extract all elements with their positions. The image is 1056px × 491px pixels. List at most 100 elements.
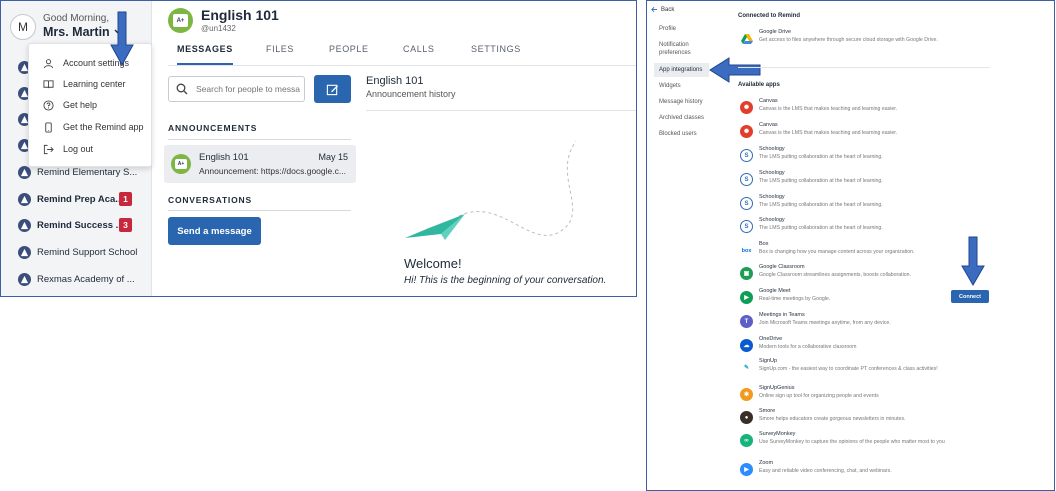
google-meet-icon: ▶ xyxy=(740,291,753,304)
app-description: The LMS putting collaboration at the hea… xyxy=(759,202,883,208)
greeting-text: Good Morning, xyxy=(43,13,110,24)
divider xyxy=(168,210,351,211)
app-name: Box xyxy=(759,241,769,247)
app-row-box[interactable]: box Box Box is changing how you manage con… xyxy=(740,241,960,261)
app-description: Online sign up tool for organizing peopl… xyxy=(759,393,879,399)
school-icon xyxy=(18,192,31,206)
divider xyxy=(738,67,990,68)
app-row-canvas[interactable]: ✺ Canvas Canvas is the LMS that makes teac… xyxy=(740,122,960,142)
tab-people[interactable]: PEOPLE xyxy=(329,44,369,65)
menu-item-get-help[interactable]: Get help xyxy=(43,97,97,113)
nav-widgets[interactable]: Widgets xyxy=(659,82,681,90)
user-name: Mrs. Martin xyxy=(43,25,110,39)
app-row-teams[interactable]: T Meetings in Teams Join Microsoft Teams m… xyxy=(740,312,960,332)
announcements-heading: ANNOUNCEMENTS xyxy=(168,123,258,133)
app-row-google-drive[interactable]: Google Drive Get access to files anywher… xyxy=(740,29,960,49)
school-icon xyxy=(18,165,31,179)
app-description: Easy and reliable video conferencing, ch… xyxy=(759,468,892,474)
remind-class-window: M Good Morning, Mrs. Martin Remind Eleme… xyxy=(0,0,637,297)
welcome-subtitle: Hi! This is the beginning of your conver… xyxy=(404,275,607,286)
person-icon xyxy=(43,58,54,68)
schoology-icon: S xyxy=(740,149,753,162)
sidebar-class-item[interactable]: Rexmas Academy of ... xyxy=(18,270,135,288)
menu-item-label: Learning center xyxy=(63,79,126,89)
unread-badge: 3 xyxy=(119,218,132,232)
canvas-icon: ✺ xyxy=(740,101,753,114)
app-description: Canvas is the LMS that makes teaching an… xyxy=(759,106,898,112)
app-row-surveymonkey[interactable]: ∞ SurveyMonkey Use SurveyMonkey to capture… xyxy=(740,431,960,451)
tab-messages[interactable]: MESSAGES xyxy=(177,44,233,65)
app-name: SignUp xyxy=(759,358,778,364)
nav-blocked-users[interactable]: Blocked users xyxy=(659,130,697,138)
app-row-google-meet[interactable]: ▶ Google Meet Real-time meetings by Google… xyxy=(740,288,960,308)
announcement-snippet: Announcement: https://docs.google.c... xyxy=(199,166,346,176)
sidebar-class-item[interactable]: Remind Support School xyxy=(18,243,137,261)
help-icon xyxy=(43,99,54,111)
app-name: Schoology xyxy=(759,146,785,152)
announcement-item[interactable]: A+ English 101 May 15 Announcement: http… xyxy=(164,145,356,183)
announcement-title: English 101 xyxy=(199,152,249,163)
nav-app-integrations[interactable]: App integrations xyxy=(654,63,709,77)
app-row-canvas[interactable]: ✺ Canvas Canvas is the LMS that makes teac… xyxy=(740,98,960,118)
class-title: English 101 xyxy=(201,7,279,23)
app-name: Google Classroom xyxy=(759,264,805,270)
app-row-signup[interactable]: ✎ SignUp SignUp.com - the easiest way to c… xyxy=(740,358,960,378)
app-description: Google Classroom streamlines assignments… xyxy=(759,272,911,278)
class-label: Remind Elementary S... xyxy=(37,166,138,178)
menu-item-get-app[interactable]: Get the Remind app xyxy=(43,119,144,135)
schoology-icon: S xyxy=(740,220,753,233)
app-name: Schoology xyxy=(759,194,785,200)
connect-button[interactable]: Connect xyxy=(951,290,989,303)
app-row-smore[interactable]: ● Smore Smore helps educators create gorge… xyxy=(740,408,960,428)
menu-item-label: Get the Remind app xyxy=(63,122,144,132)
nav-notification-preferences[interactable]: Notification preferences xyxy=(659,41,709,57)
app-row-google-classroom[interactable]: ▣ Google Classroom Google Classroom stream… xyxy=(740,264,960,284)
app-row-onedrive[interactable]: ☁ OneDrive Modern tools for a collaborativ… xyxy=(740,336,960,356)
app-description: The LMS putting collaboration at the hea… xyxy=(759,225,883,231)
signup-icon: ✎ xyxy=(740,361,753,374)
app-row-schoology[interactable]: S Schoology The LMS putting collaboration … xyxy=(740,146,960,166)
send-message-button[interactable]: Send a message xyxy=(168,217,261,245)
thread-title: English 101 xyxy=(366,75,424,87)
class-logo: A+ xyxy=(171,154,191,174)
class-logo: A+ xyxy=(168,8,193,33)
menu-item-label: Log out xyxy=(63,144,94,154)
announcement-date: May 15 xyxy=(318,152,348,162)
sidebar-class-item[interactable]: Remind Prep Aca... xyxy=(18,190,123,208)
back-link[interactable]: Back xyxy=(651,6,674,13)
app-row-signupgenius[interactable]: ✱ SignUpGenius Online sign up tool for org… xyxy=(740,385,960,405)
welcome-title: Welcome! xyxy=(404,256,462,271)
menu-item-learning-center[interactable]: Learning center xyxy=(43,76,126,92)
app-description: Box is changing how you manage content a… xyxy=(759,249,915,255)
class-label: Remind Support School xyxy=(37,246,138,258)
app-row-zoom[interactable]: ▶ Zoom Easy and reliable video conferencin… xyxy=(740,460,960,480)
smore-icon: ● xyxy=(740,411,753,424)
nav-message-history[interactable]: Message history xyxy=(659,98,703,106)
nav-profile[interactable]: Profile xyxy=(659,25,676,33)
class-tabs: MESSAGES FILES PEOPLE CALLS SETTINGS xyxy=(168,44,636,66)
menu-item-log-out[interactable]: Log out xyxy=(43,141,93,157)
tab-files[interactable]: FILES xyxy=(266,44,294,65)
sidebar-class-item[interactable]: Remind Success ... xyxy=(18,216,124,234)
search-icon xyxy=(176,83,188,95)
app-row-schoology[interactable]: S Schoology The LMS putting collaboration … xyxy=(740,170,960,190)
app-row-schoology[interactable]: S Schoology The LMS putting collaboration … xyxy=(740,217,960,237)
teams-icon: T xyxy=(740,315,753,328)
tab-settings[interactable]: SETTINGS xyxy=(471,44,521,65)
paper-plane-illustration-icon xyxy=(405,140,577,240)
app-description: The LMS putting collaboration at the hea… xyxy=(759,178,883,184)
compose-button[interactable] xyxy=(314,75,351,103)
app-name: Smore xyxy=(759,408,776,414)
people-search-input[interactable] xyxy=(194,83,302,95)
back-label: Back xyxy=(661,6,675,13)
tab-calls[interactable]: CALLS xyxy=(403,44,435,65)
surveymonkey-icon: ∞ xyxy=(740,434,753,447)
app-description: Canvas is the LMS that makes teaching an… xyxy=(759,130,898,136)
app-row-schoology[interactable]: S Schoology The LMS putting collaboration … xyxy=(740,194,960,214)
annotation-arrow-left-icon xyxy=(709,57,761,83)
user-avatar[interactable]: M xyxy=(10,14,36,40)
school-icon xyxy=(18,272,31,286)
annotation-arrow-down-icon xyxy=(961,236,985,286)
nav-archived-classes[interactable]: Archived classes xyxy=(659,114,704,122)
divider xyxy=(366,110,636,111)
